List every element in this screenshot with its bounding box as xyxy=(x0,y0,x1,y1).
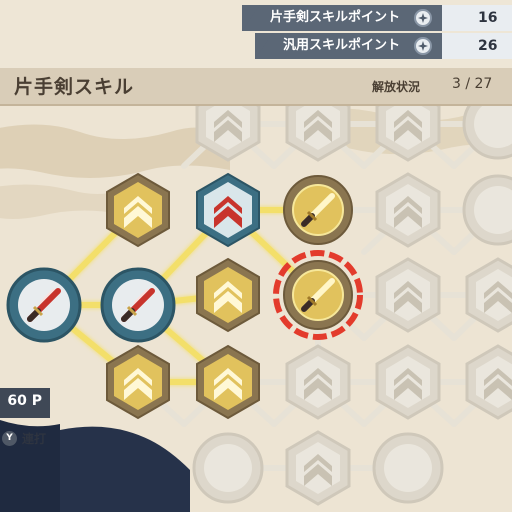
skill-node-sword-gold[interactable] xyxy=(283,175,353,245)
skill-action-hint[interactable]: Y 連打 xyxy=(0,428,46,448)
general-points-label: 汎用スキルポイント xyxy=(254,33,410,59)
unlock-status-count: 3 / 27 xyxy=(452,76,493,92)
unlock-status-label: 解放状況 xyxy=(372,80,421,94)
skill-point-icon xyxy=(414,9,432,27)
one-hand-sword-points-label: 片手剣スキルポイント xyxy=(241,5,410,31)
action-label: 連打 xyxy=(22,431,47,446)
skill-point-icon xyxy=(414,37,432,55)
one-hand-sword-points-value: 16 xyxy=(478,10,498,26)
general-points-value: 26 xyxy=(478,38,498,54)
y-button-icon[interactable]: Y xyxy=(2,430,17,446)
skill-tree-screen: 片手剣スキルポイント 16 汎用スキルポイント 26 片手剣スキル 解放状況 3… xyxy=(0,0,512,512)
skill-cost-panel: 60 P xyxy=(0,388,50,418)
skill-node-sword-start[interactable] xyxy=(6,267,82,343)
skill-node-sword-2[interactable] xyxy=(100,267,176,343)
skill-cost: 60 P xyxy=(7,393,42,409)
one-hand-sword-points: 片手剣スキルポイント 16 xyxy=(241,5,512,31)
skill-tree-header: 片手剣スキル 解放状況 3 / 27 xyxy=(0,68,512,106)
skill-node-sword-selected[interactable] xyxy=(273,250,363,340)
skill-tree-title: 片手剣スキル xyxy=(14,76,135,98)
general-points: 汎用スキルポイント 26 xyxy=(254,33,512,59)
